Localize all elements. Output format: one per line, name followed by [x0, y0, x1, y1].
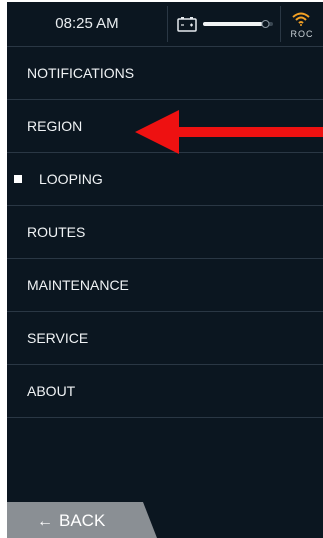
menu-item-maintenance[interactable]: MAINTENANCE — [7, 259, 323, 312]
menu-item-routes[interactable]: ROUTES — [7, 206, 323, 259]
menu-item-about[interactable]: ABOUT — [7, 365, 323, 418]
status-bar: 08:25 AM ROC — [7, 2, 323, 47]
menu-item-notifications[interactable]: NOTIFICATIONS — [7, 47, 323, 100]
status-divider — [167, 6, 168, 42]
level-slider[interactable] — [203, 20, 273, 28]
menu-item-label: REGION — [27, 118, 83, 134]
battery-icon — [177, 17, 197, 32]
back-button[interactable]: ← BACK — [7, 502, 157, 538]
menu-item-label: NOTIFICATIONS — [27, 65, 135, 81]
back-label: BACK — [59, 511, 106, 530]
menu-item-looping[interactable]: LOOPING — [7, 153, 323, 206]
menu-item-label: ABOUT — [27, 383, 76, 399]
wifi-icon[interactable] — [292, 12, 310, 26]
back-button-content: ← BACK — [37, 502, 105, 538]
device-screen: 08:25 AM ROC NOTIFICATIONS REGION LOOPIN… — [7, 2, 323, 538]
menu-item-label: ROUTES — [27, 224, 86, 240]
selected-indicator — [14, 175, 22, 183]
arrow-left-icon: ← — [37, 513, 53, 530]
menu-item-label: LOOPING — [39, 171, 103, 187]
clock: 08:25 AM — [55, 15, 119, 32]
network-label: ROC — [290, 29, 314, 39]
menu-item-service[interactable]: SERVICE — [7, 312, 323, 365]
menu-item-label: MAINTENANCE — [27, 277, 129, 293]
status-divider — [280, 6, 281, 42]
red-arrow-annotation — [135, 110, 323, 154]
settings-menu: NOTIFICATIONS REGION LOOPING ROUTES MAIN… — [7, 47, 323, 418]
menu-item-label: SERVICE — [27, 330, 89, 346]
